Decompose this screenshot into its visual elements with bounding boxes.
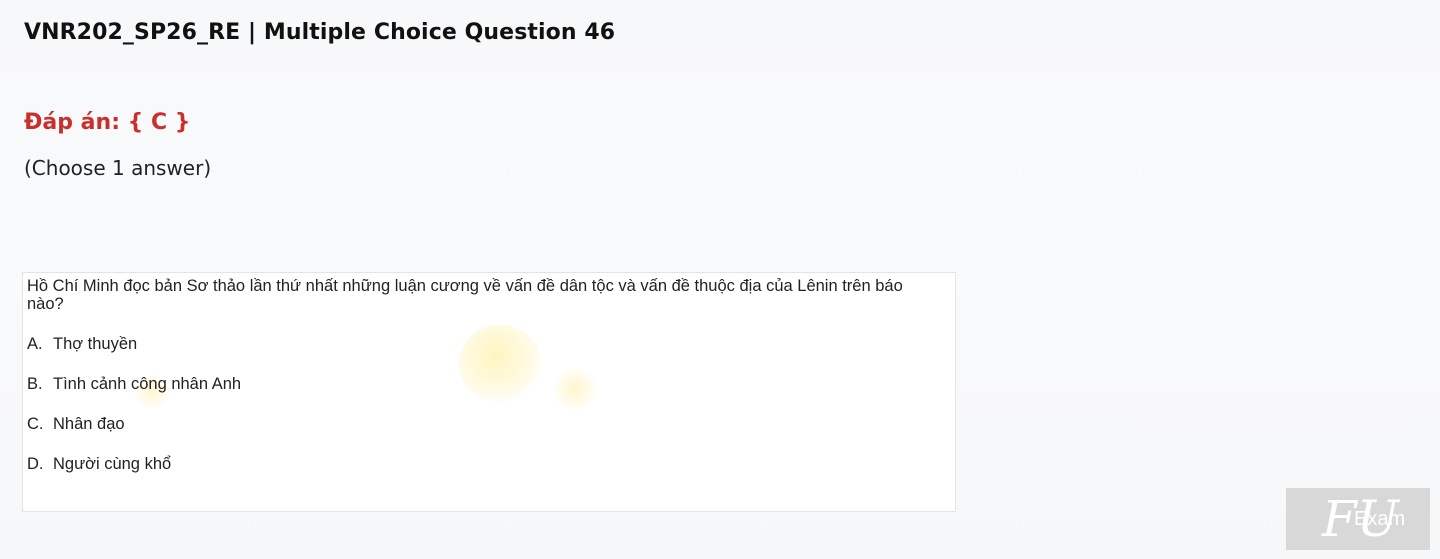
option-text: Thợ thuyền	[53, 335, 138, 353]
option-text: Tình cảnh công nhân Anh	[53, 375, 242, 393]
option-text: Người cùng khổ	[53, 455, 172, 473]
page: VNR202_SP26_RE | Multiple Choice Questio…	[0, 0, 1440, 559]
option-c: C. Nhân đạo	[27, 415, 125, 434]
option-d: D. Người cùng khổ	[27, 455, 171, 474]
instruction-text: (Choose 1 answer)	[24, 156, 212, 180]
fu-exam-logo: FU Exam	[1286, 488, 1430, 550]
option-letter: D.	[27, 455, 44, 473]
option-a: A. Thợ thuyền	[27, 335, 137, 354]
option-letter: C.	[27, 415, 44, 433]
option-letter: A.	[27, 335, 43, 353]
answer-label: Đáp án: { C }	[24, 110, 191, 135]
watermark-blob	[459, 325, 541, 403]
option-text: Nhân đạo	[53, 415, 125, 433]
option-letter: B.	[27, 375, 43, 393]
watermark-blob	[551, 367, 599, 411]
page-title: VNR202_SP26_RE | Multiple Choice Questio…	[24, 20, 616, 45]
question-text: Hồ Chí Minh đọc bản Sơ thảo lần thứ nhất…	[27, 277, 903, 313]
logo-word: Exam	[1354, 508, 1406, 530]
option-b: B. Tình cảnh công nhân Anh	[27, 375, 241, 394]
question-image: Hồ Chí Minh đọc bản Sơ thảo lần thứ nhất…	[22, 272, 956, 512]
